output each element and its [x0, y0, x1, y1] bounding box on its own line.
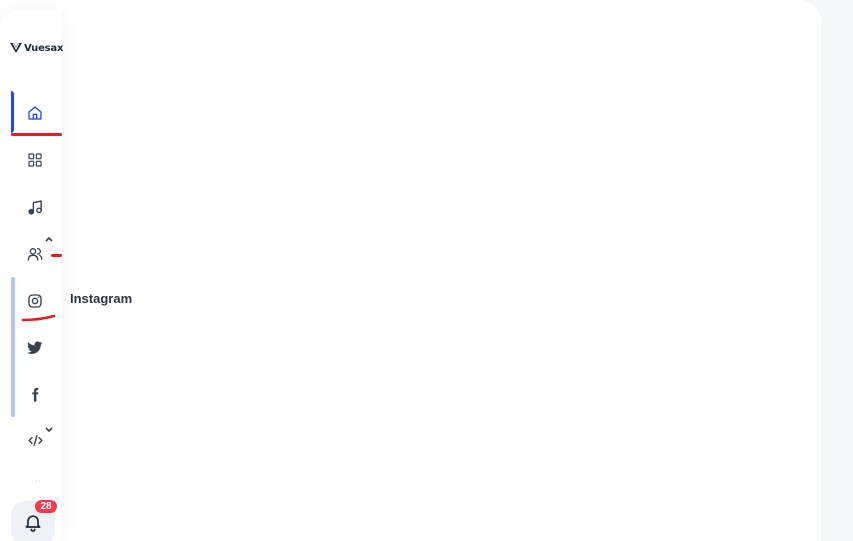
tooltip-instagram: Instagram	[70, 291, 133, 306]
sidebar-item-facebook[interactable]	[11, 373, 61, 417]
app-page: Vuesax Instagram ·· 28	[0, 0, 853, 541]
annotation-mark-users	[51, 254, 62, 257]
music-icon	[26, 198, 44, 216]
instagram-icon	[26, 292, 44, 310]
sidebar-item-twitter[interactable]	[11, 326, 61, 370]
more-dots-icon: ··	[35, 477, 43, 486]
brand-logo[interactable]: Vuesax	[10, 41, 63, 55]
sidebar-item-home[interactable]	[11, 91, 61, 135]
chevron-down-icon	[45, 427, 53, 436]
brand-name: Vuesax	[24, 42, 64, 54]
facebook-icon	[26, 386, 44, 404]
code-icon	[26, 431, 44, 449]
sidebar-item-code[interactable]	[11, 418, 61, 462]
annotation-underline-home	[11, 133, 62, 136]
annotation-underline-instagram	[21, 314, 56, 322]
notification-count-badge: 28	[35, 500, 57, 513]
chevron-up-icon	[45, 236, 53, 245]
vuesax-logo-icon	[10, 43, 22, 53]
grid-icon	[26, 151, 44, 169]
sidebar-item-music[interactable]	[11, 185, 61, 229]
sidebar-item-apps[interactable]	[11, 138, 61, 182]
users-icon	[26, 245, 44, 263]
bell-icon	[23, 512, 43, 532]
twitter-icon	[26, 339, 44, 357]
home-icon	[26, 104, 44, 122]
main-content-area	[0, 0, 821, 541]
